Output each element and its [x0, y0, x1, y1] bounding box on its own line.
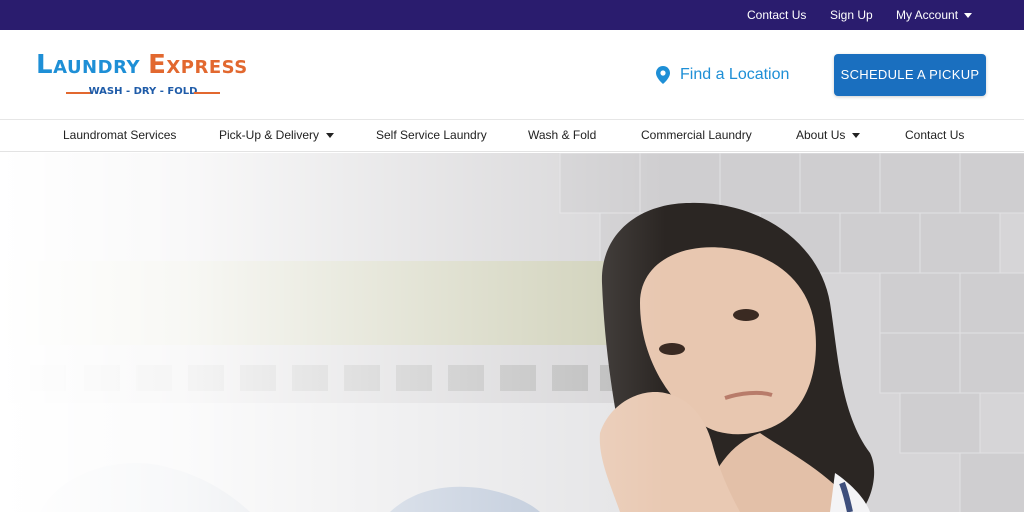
- nav-item-pickup-delivery[interactable]: Pick-Up & Delivery: [219, 128, 335, 143]
- topbar-link-my-account[interactable]: My Account: [896, 8, 973, 23]
- caret-down-icon: [852, 133, 861, 139]
- nav-item-about-us[interactable]: About Us: [796, 128, 861, 143]
- topbar-link-contact-us[interactable]: Contact Us: [747, 8, 806, 23]
- logo-wordmark: Laundry Express: [36, 48, 250, 82]
- nav-label-about-us: About Us: [796, 128, 846, 142]
- topbar-link-sign-up[interactable]: Sign Up: [830, 8, 873, 23]
- nav-label-pickup-delivery: Pick-Up & Delivery: [219, 128, 320, 142]
- find-location-link[interactable]: Find a Location: [656, 64, 789, 86]
- hero-banner: [0, 153, 1024, 512]
- nav-item-laundromat-services[interactable]: Laundromat Services: [63, 128, 176, 143]
- main-navigation: Laundromat Services Pick-Up & Delivery S…: [0, 120, 1024, 152]
- nav-item-contact-us[interactable]: Contact Us: [905, 128, 964, 143]
- logo-word-laundry: Laundry: [36, 50, 140, 80]
- nav-item-wash-fold[interactable]: Wash & Fold: [528, 128, 596, 143]
- nav-item-commercial-laundry[interactable]: Commercial Laundry: [641, 128, 752, 143]
- find-location-label: Find a Location: [680, 66, 790, 83]
- logo-word-express: Express: [148, 50, 248, 80]
- caret-down-icon: [964, 13, 973, 19]
- logo-divider-right: [194, 92, 220, 94]
- map-pin-icon: [656, 66, 670, 84]
- schedule-pickup-button[interactable]: SCHEDULE A PICKUP: [834, 54, 986, 96]
- my-account-label: My Account: [896, 8, 959, 22]
- hero-fade-overlay: [0, 153, 1024, 512]
- nav-item-self-service-laundry[interactable]: Self Service Laundry: [376, 128, 487, 143]
- caret-down-icon: [326, 133, 335, 139]
- site-header: Laundry Express WASH - DRY - FOLD Find a…: [0, 30, 1024, 120]
- logo[interactable]: Laundry Express WASH - DRY - FOLD: [36, 48, 250, 104]
- top-utility-bar: Contact Us Sign Up My Account: [0, 0, 1024, 30]
